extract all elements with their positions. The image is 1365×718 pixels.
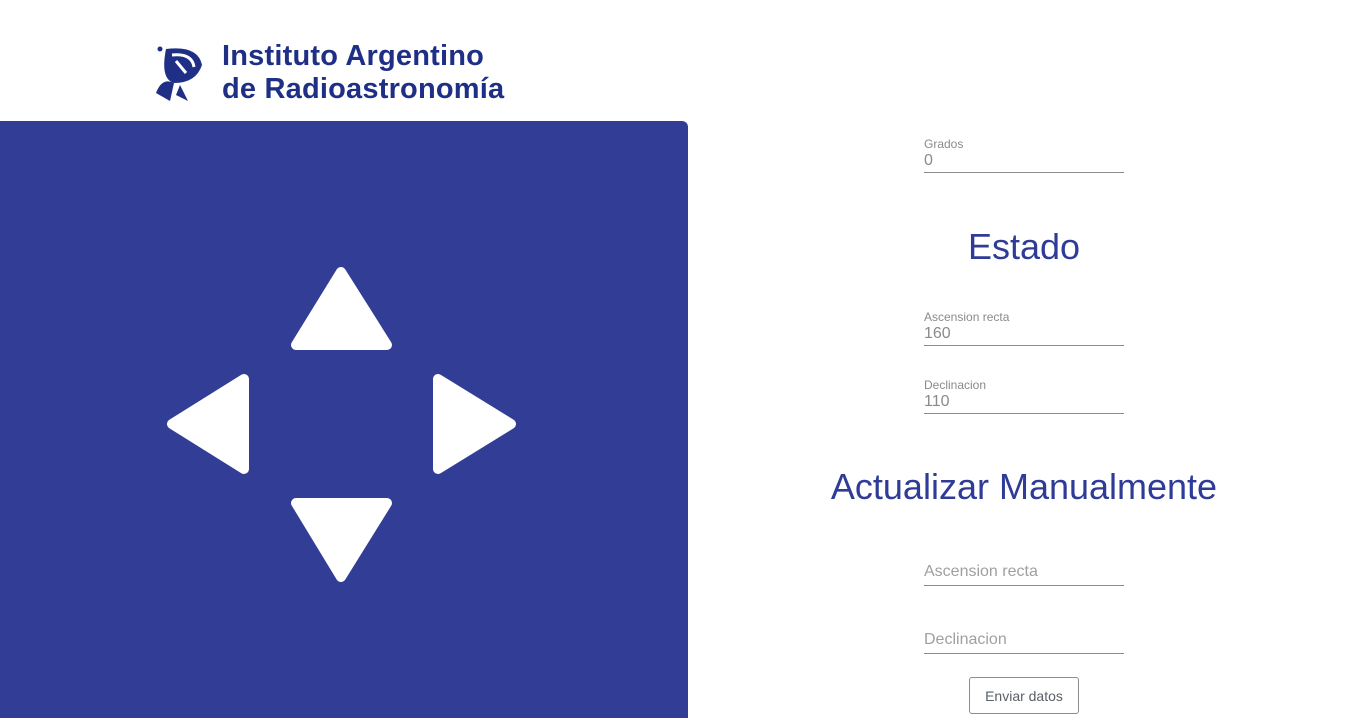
arrow-up-icon[interactable] (291, 267, 392, 350)
institute-name-line1: Instituto Argentino (222, 40, 485, 72)
degrees-label: Grados (924, 137, 964, 151)
degrees-field: Grados 0 (924, 137, 1124, 173)
status-ra-label: Ascension recta (924, 310, 1010, 324)
institute-name-line2: de Radioastronomía (222, 73, 505, 105)
status-dec-value: 110 (924, 393, 950, 410)
telescope-panel: Grados 0 Estado Ascension recta 160 Decl… (690, 121, 1365, 718)
manual-ra-field (924, 563, 1124, 586)
status-ra-value: 160 (924, 325, 951, 342)
radio-telescope-icon (156, 46, 202, 101)
status-ra-field: Ascension recta 160 (924, 310, 1124, 346)
status-title: Estado (967, 226, 1081, 267)
status-dec-label: Declinacion (924, 378, 987, 392)
arrow-right-icon[interactable] (433, 374, 516, 474)
manual-update-title: Actualizar Manualmente (830, 466, 1218, 507)
institute-logo: Instituto Argentino de Radioastronomía (152, 40, 504, 106)
direction-control-pad (0, 121, 688, 718)
submit-button[interactable]: Enviar datos (969, 677, 1079, 714)
manual-dec-input[interactable] (924, 631, 1124, 653)
arrow-left-icon[interactable] (167, 374, 249, 474)
manual-ra-input[interactable] (924, 563, 1124, 585)
manual-dec-field (924, 631, 1124, 654)
institute-name: Instituto Argentino de Radioastronomía (222, 40, 504, 106)
status-dec-field: Declinacion 110 (924, 378, 1124, 414)
arrow-down-icon[interactable] (291, 498, 392, 582)
degrees-value: 0 (924, 152, 933, 169)
